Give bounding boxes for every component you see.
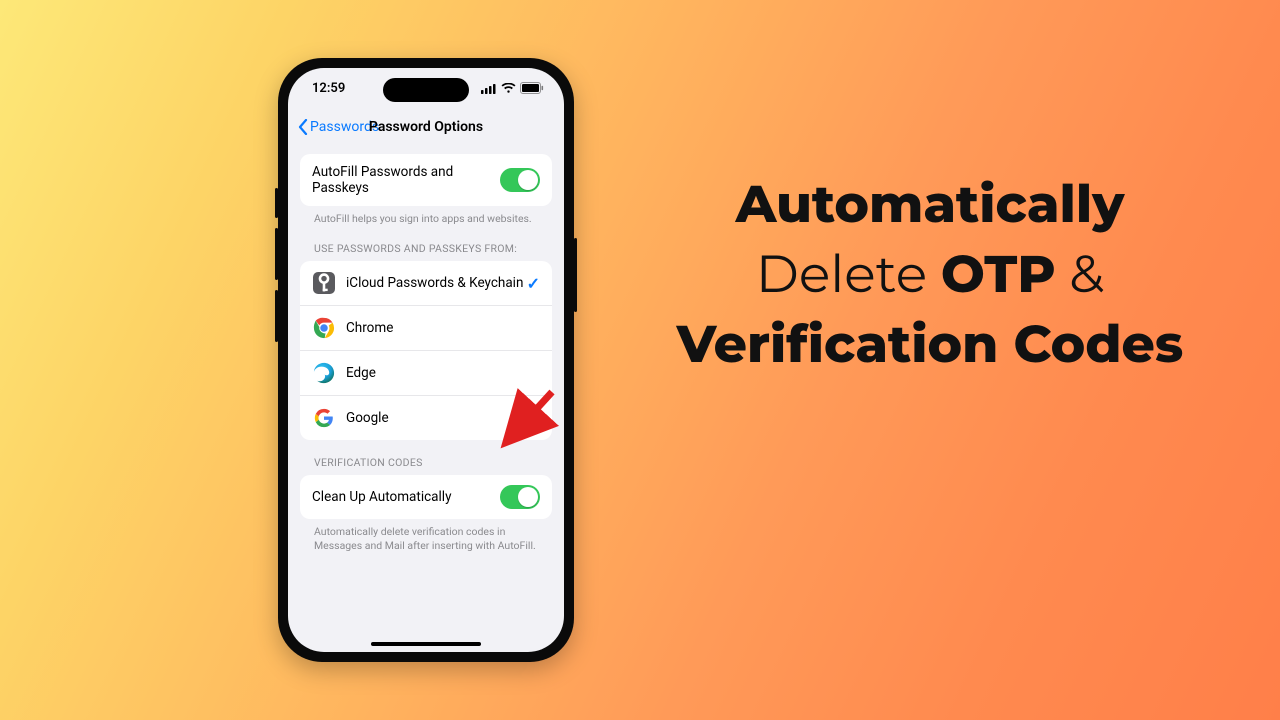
provider-label: iCloud Passwords & Keychain	[346, 275, 527, 291]
phone-screen: 12:59 Passwords Password Options AutoFil…	[288, 68, 564, 652]
verification-card: Clean Up Automatically	[300, 475, 552, 519]
dynamic-island	[383, 78, 469, 102]
chrome-icon	[312, 316, 336, 340]
iphone-mockup: 12:59 Passwords Password Options AutoFil…	[278, 58, 574, 662]
chevron-left-icon	[298, 119, 308, 135]
status-time: 12:59	[312, 81, 345, 96]
providers-card: iCloud Passwords & Keychain ✓ Chrome Edg…	[300, 261, 552, 440]
headline-word-delete: Delete	[756, 243, 927, 306]
nav-header: Passwords Password Options	[288, 108, 564, 146]
cellular-icon	[481, 83, 497, 94]
cleanup-toggle-label: Clean Up Automatically	[312, 489, 500, 505]
back-button[interactable]: Passwords	[298, 119, 379, 135]
headline-word-verification-codes: Verification Codes	[677, 313, 1184, 376]
keychain-icon	[312, 271, 336, 295]
cleanup-toggle[interactable]	[500, 485, 540, 509]
headline-word-automatically: Automatically	[736, 173, 1125, 236]
provider-row-chrome[interactable]: Chrome	[300, 305, 552, 350]
phone-volume-up	[275, 228, 278, 280]
battery-icon	[520, 82, 544, 94]
provider-label: Google	[346, 410, 540, 426]
autofill-footer: AutoFill helps you sign into apps and we…	[300, 206, 552, 226]
wifi-icon	[501, 83, 516, 94]
phone-silent-switch	[275, 188, 278, 218]
provider-label: Edge	[346, 365, 540, 381]
headline-word-otp: OTP	[941, 243, 1056, 306]
phone-volume-down	[275, 290, 278, 342]
provider-label: Chrome	[346, 320, 540, 336]
provider-row-keychain[interactable]: iCloud Passwords & Keychain ✓	[300, 261, 552, 305]
verification-footer: Automatically delete verification codes …	[300, 519, 552, 553]
home-indicator	[371, 642, 481, 646]
headline-text: Automatically Delete OTP & Verification …	[650, 170, 1210, 381]
cleanup-toggle-row[interactable]: Clean Up Automatically	[300, 475, 552, 519]
autofill-card: AutoFill Passwords and Passkeys	[300, 154, 552, 206]
checkmark-icon: ✓	[527, 274, 540, 293]
provider-row-edge[interactable]: Edge	[300, 350, 552, 395]
google-icon	[312, 406, 336, 430]
autofill-toggle[interactable]	[500, 168, 540, 192]
provider-row-google[interactable]: Google	[300, 395, 552, 440]
phone-power-button	[574, 238, 577, 312]
headline-word-amp: &	[1069, 243, 1104, 306]
autofill-toggle-row[interactable]: AutoFill Passwords and Passkeys	[300, 154, 552, 206]
edge-icon	[312, 361, 336, 385]
back-label: Passwords	[310, 119, 379, 135]
settings-content: AutoFill Passwords and Passkeys AutoFill…	[288, 146, 564, 554]
verification-header: VERIFICATION CODES	[300, 440, 552, 475]
providers-header: USE PASSWORDS AND PASSKEYS FROM:	[300, 226, 552, 261]
autofill-toggle-label: AutoFill Passwords and Passkeys	[312, 164, 500, 196]
